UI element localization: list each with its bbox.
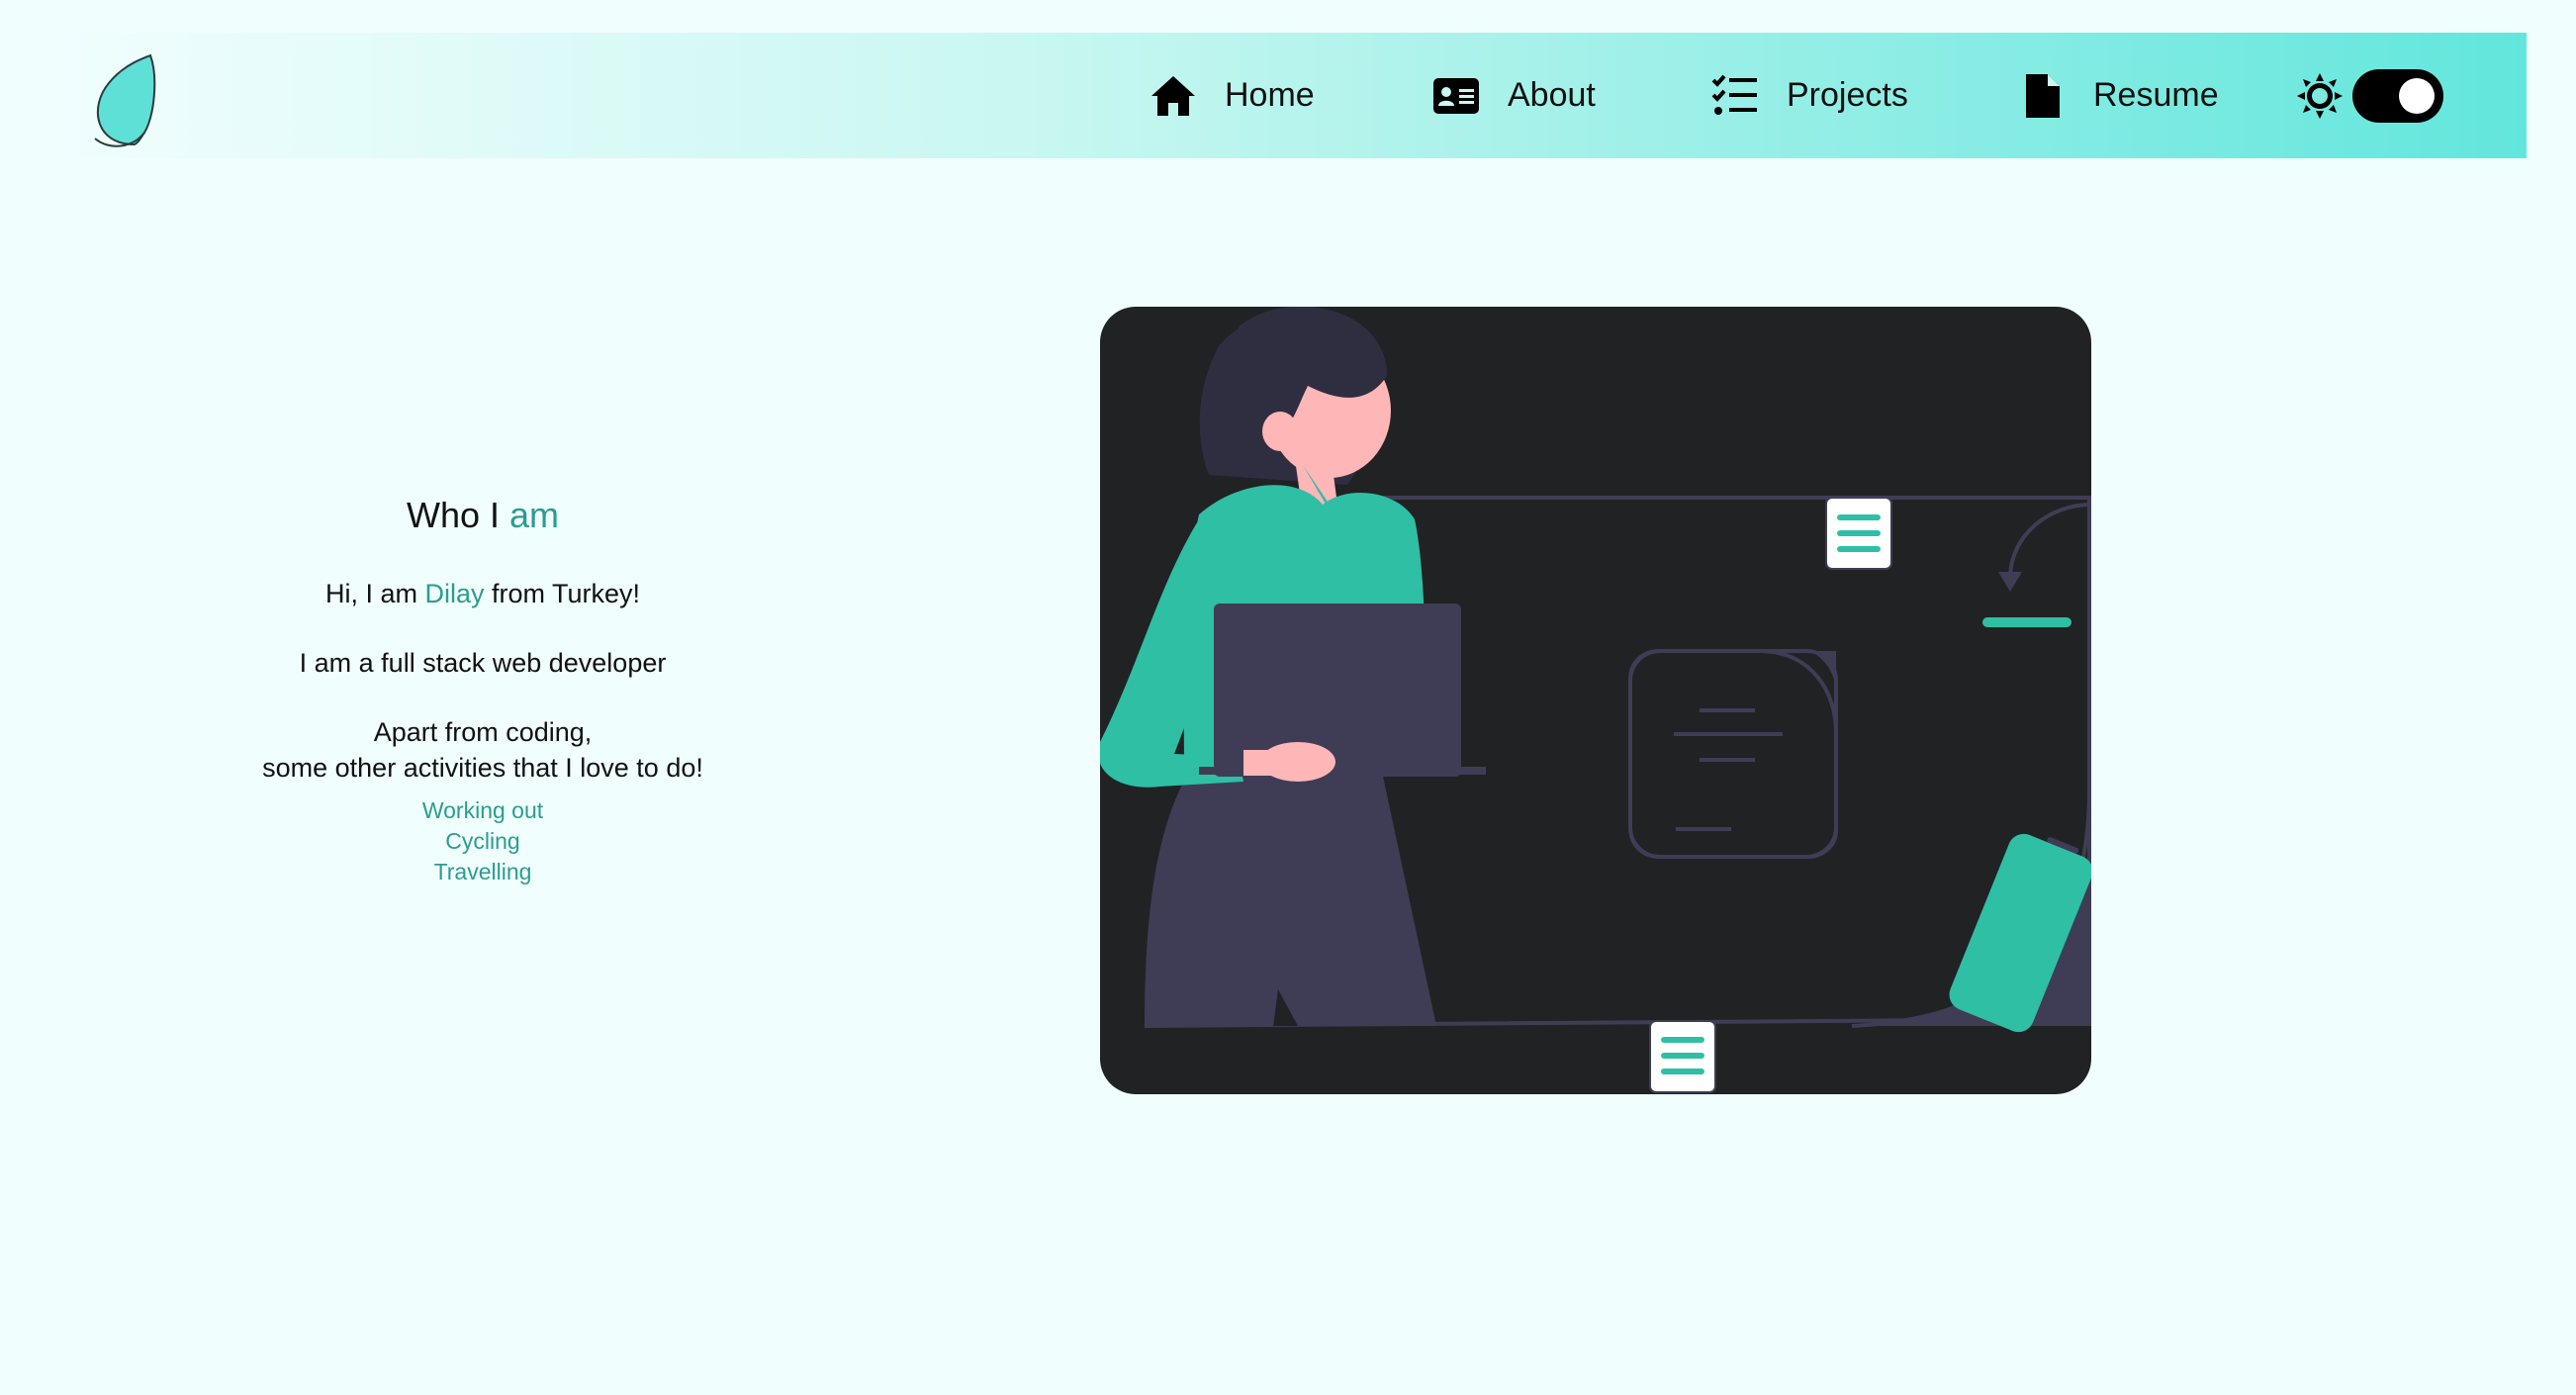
activity-item: Working out [421,797,544,823]
checklist-icon [1711,74,1757,115]
id-card-icon [1433,77,1479,114]
illustration-svg [1100,307,2091,1093]
nav-home[interactable]: Home [1148,33,1315,158]
intro-prefix: Hi, I am [324,579,417,608]
about-section: Who I am Hi, I am Dilay from Turkey! I a… [158,495,807,887]
nav-about-label: About [1508,76,1596,114]
hobbies-line: Apart from coding, some other activities… [158,714,807,786]
nav-projects-label: Projects [1787,76,1908,114]
about-title-main: Who I [406,495,500,535]
navbar: Home About Projects Resume [32,33,2527,158]
intro-line: Hi, I am Dilay from Turkey! [158,576,807,611]
theme-toggle[interactable] [2297,66,2443,126]
menu-card-icon [1825,497,1892,570]
file-icon [2026,73,2060,118]
nav-about[interactable]: About [1430,33,1596,158]
nav-resume-label: Resume [2093,76,2219,114]
sun-icon [2297,73,2343,119]
role-line: I am a full stack web developer [299,648,667,678]
nav-resume[interactable]: Resume [2016,33,2219,158]
home-icon [1151,75,1195,116]
about-page: Home About Projects Resume Who I am Hi, … [0,0,2576,1395]
activities-list: Working out Cycling Travelling [158,795,807,887]
intro-name: Dilay [424,579,485,608]
hobbies-line-1: Apart from coding, [373,717,593,747]
theme-switch-knob [2399,78,2435,114]
activity-item: Travelling [433,859,532,884]
nav-home-label: Home [1225,76,1315,114]
activity-item: Cycling [445,828,520,854]
intro-suffix: from Turkey! [492,579,641,608]
woman-with-laptop-illustration [1100,307,2091,1094]
menu-card-icon [1649,1020,1716,1093]
about-title-accent: am [509,495,560,535]
hobbies-line-2: some other activities that I love to do! [262,753,703,783]
nav-projects[interactable]: Projects [1709,33,1908,158]
woman-figure [1100,307,1486,1026]
about-title: Who I am [158,495,807,536]
theme-switch[interactable] [2352,69,2443,123]
leaf-logo-icon[interactable] [87,47,190,150]
